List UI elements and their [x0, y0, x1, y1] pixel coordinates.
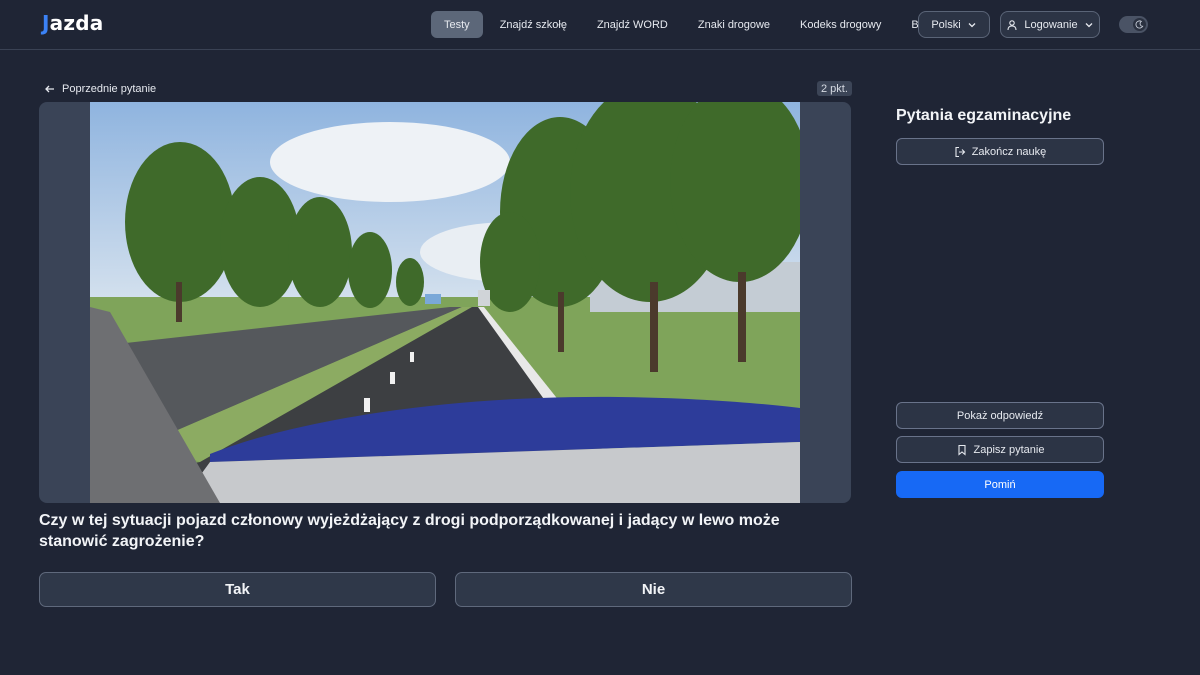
question-media: [39, 102, 851, 503]
skip-button[interactable]: Pomiń: [896, 471, 1104, 498]
points-badge: 2 pkt.: [817, 81, 852, 96]
nav-item-find-school[interactable]: Znajdź szkołę: [487, 11, 580, 38]
nav-item-road-signs[interactable]: Znaki drogowe: [685, 11, 783, 38]
question-text: Czy w tej sytuacji pojazd członowy wyjeż…: [39, 512, 780, 550]
logo-mark: J: [42, 11, 50, 35]
moon-icon: [1133, 18, 1146, 31]
show-answer-button[interactable]: Pokaż odpowiedź: [896, 402, 1104, 429]
bookmark-icon: [957, 444, 966, 456]
road-scene-image: [90, 102, 800, 503]
user-icon: [1007, 19, 1017, 30]
main-nav: Testy Znajdź szkołę Znajdź WORD Znaki dr…: [431, 11, 950, 38]
login-button[interactable]: Logowanie: [1000, 11, 1100, 38]
language-select[interactable]: Polski: [918, 11, 990, 38]
logo[interactable]: Jazda: [42, 11, 103, 35]
chevron-down-icon: [1085, 22, 1093, 27]
previous-question-link[interactable]: Poprzednie pytanie: [44, 81, 156, 97]
save-question-button[interactable]: Zapisz pytanie: [896, 436, 1104, 463]
previous-question-label: Poprzednie pytanie: [62, 83, 157, 95]
theme-toggle[interactable]: [1119, 16, 1148, 33]
nav-item-find-word[interactable]: Znajdź WORD: [584, 11, 681, 38]
end-learning-button[interactable]: Zakończ naukę: [896, 138, 1104, 165]
top-navbar: Jazda Testy Znajdź szkołę Znajdź WORD Zn…: [0, 0, 1200, 50]
answer-no-button[interactable]: Nie: [455, 572, 852, 607]
save-question-label: Zapisz pytanie: [973, 443, 1045, 456]
panel-title: Pytania egzaminacyjne: [896, 107, 1072, 124]
nav-item-highway-code[interactable]: Kodeks drogowy: [787, 11, 894, 38]
logo-text: azda: [49, 11, 104, 35]
arrow-left-icon: [45, 85, 54, 93]
login-label: Logowanie: [1024, 18, 1078, 31]
show-answer-label: Pokaż odpowiedź: [956, 409, 1044, 422]
nav-item-testy[interactable]: Testy: [431, 11, 483, 38]
logout-icon: [955, 146, 965, 157]
answer-yes-button[interactable]: Tak: [39, 572, 436, 607]
chevron-down-icon: [968, 22, 976, 27]
skip-label: Pomiń: [984, 478, 1016, 491]
end-learning-label: Zakończ naukę: [971, 145, 1047, 158]
language-label: Polski: [931, 18, 961, 31]
